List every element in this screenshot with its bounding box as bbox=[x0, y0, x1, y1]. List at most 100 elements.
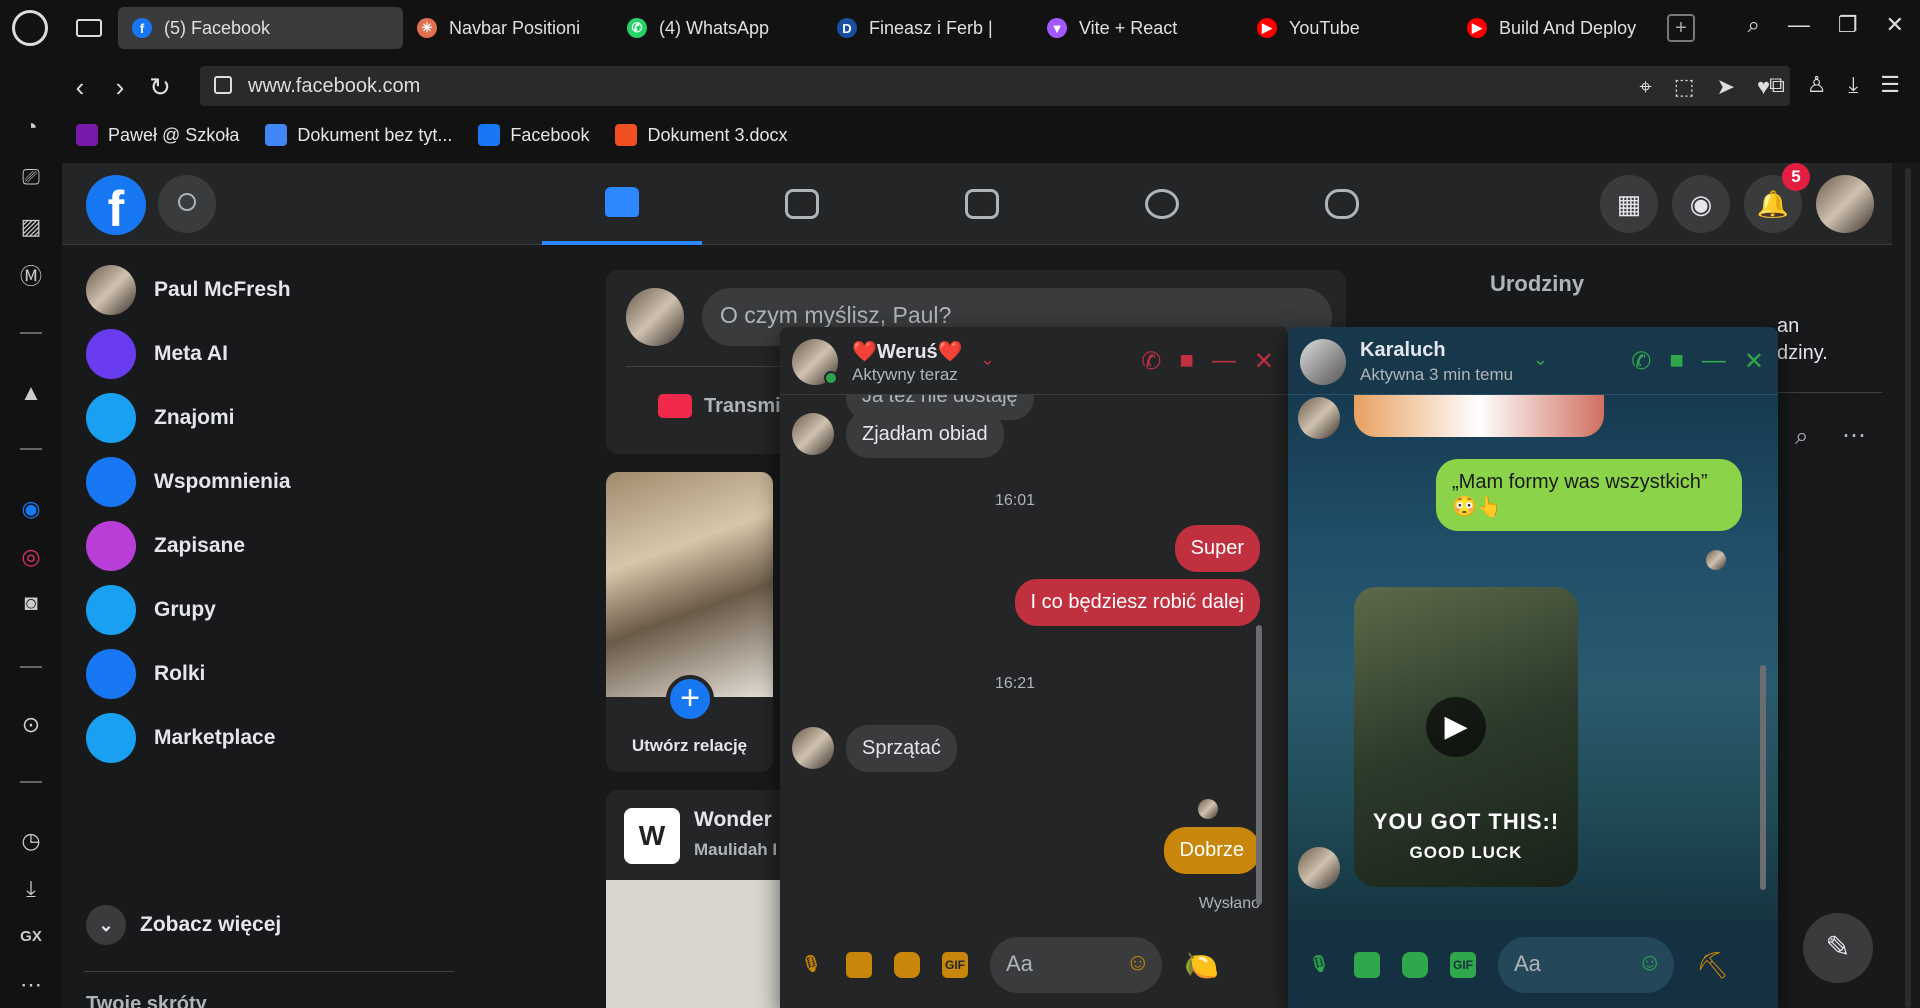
chat-name[interactable]: ❤️Weruś❤️ bbox=[852, 339, 963, 364]
menu-icon[interactable]: ☰ bbox=[1880, 72, 1900, 98]
message-input[interactable]: Aa ☺ bbox=[990, 937, 1162, 993]
close-icon[interactable]: ✕ bbox=[1886, 12, 1904, 38]
bookmark-item[interactable]: Dokument bez tyt... bbox=[265, 124, 452, 146]
tab-video[interactable] bbox=[722, 163, 882, 245]
bookmark-item[interactable]: Paweł @ Szkoła bbox=[76, 124, 239, 146]
post-author[interactable]: Maulidah I bbox=[694, 840, 777, 860]
bookmark-item[interactable]: Facebook bbox=[478, 124, 589, 146]
downloads-icon[interactable]: ⤓ bbox=[18, 876, 44, 902]
chat-name[interactable]: Karaluch bbox=[1360, 339, 1446, 362]
gx-control-icon[interactable]: ▨ bbox=[18, 214, 44, 240]
heart-icon[interactable]: ♥ bbox=[1757, 74, 1770, 100]
search-tabs-icon[interactable]: ⌕ bbox=[1748, 12, 1760, 38]
bookmark-item[interactable]: Dokument 3.docx bbox=[615, 124, 788, 146]
contacts-search-icon[interactable]: ⌕ bbox=[1795, 423, 1808, 451]
browser-tab[interactable]: f (5) Facebook bbox=[118, 7, 403, 49]
emoji-icon[interactable]: ☺ bbox=[1125, 949, 1150, 977]
close-chat-icon[interactable]: ✕ bbox=[1254, 347, 1274, 376]
page-scrollbar[interactable] bbox=[1905, 168, 1911, 1008]
tab-marketplace[interactable] bbox=[902, 163, 1062, 245]
aria-icon[interactable]: ▲ bbox=[18, 380, 44, 406]
sidebar-item-zapisane[interactable]: Zapisane bbox=[86, 521, 245, 571]
opera-logo-icon[interactable] bbox=[12, 10, 48, 46]
sticker-icon[interactable] bbox=[1402, 952, 1428, 978]
messenger-button[interactable]: ◉ bbox=[1672, 175, 1730, 233]
account-avatar[interactable] bbox=[1816, 175, 1874, 233]
menu-grid-button[interactable]: ▦ bbox=[1600, 175, 1658, 233]
sidebar-item-paul-mcfresh[interactable]: Paul McFresh bbox=[86, 265, 291, 315]
chevron-down-icon[interactable]: ⌄ bbox=[1533, 349, 1548, 370]
sidebar-item-grupy[interactable]: Grupy bbox=[86, 585, 216, 635]
tab-groups[interactable] bbox=[1082, 163, 1242, 245]
sidebar-item-meta-ai[interactable]: Meta AI bbox=[86, 329, 228, 379]
gif-icon[interactable]: GIF bbox=[942, 952, 968, 978]
url-field[interactable]: www.facebook.com ⌖ ⬚ ➤ ♥ bbox=[200, 66, 1790, 106]
tab-home[interactable] bbox=[542, 163, 702, 245]
video-call-icon[interactable]: ■ bbox=[1179, 347, 1194, 376]
send-icon[interactable]: ➤ bbox=[1717, 74, 1735, 100]
video-call-icon[interactable]: ■ bbox=[1669, 347, 1684, 376]
forward-icon[interactable]: › bbox=[100, 72, 140, 103]
sticker-icon[interactable] bbox=[894, 952, 920, 978]
discord-icon[interactable]: ◙ bbox=[18, 590, 44, 616]
sidebar-item-znajomi[interactable]: Znajomi bbox=[86, 393, 235, 443]
new-tab-button[interactable]: + bbox=[1667, 14, 1695, 42]
chevron-down-icon[interactable]: ⌄ bbox=[980, 349, 995, 370]
speed-dial-icon[interactable]: ◔ bbox=[18, 114, 44, 140]
sidebar-item-rolki[interactable]: Rolki bbox=[86, 649, 205, 699]
m-icon[interactable]: Ⓜ bbox=[18, 264, 44, 290]
play-icon[interactable]: ▶ bbox=[1426, 697, 1486, 757]
browser-tab[interactable]: ✆ (4) WhatsApp bbox=[613, 7, 823, 49]
image-icon[interactable] bbox=[846, 952, 872, 978]
minimize-chat-icon[interactable]: — bbox=[1702, 347, 1726, 376]
messenger-icon[interactable]: ◉ bbox=[18, 496, 44, 522]
post-page-name[interactable]: Wonder bbox=[694, 808, 772, 832]
profile-icon[interactable]: ♙ bbox=[1807, 72, 1827, 98]
contacts-options-icon[interactable]: ⋯ bbox=[1842, 421, 1866, 450]
minimize-chat-icon[interactable]: — bbox=[1212, 347, 1236, 376]
pin-icon[interactable]: ⌖ bbox=[1639, 74, 1651, 100]
player-icon[interactable]: ⊙ bbox=[18, 712, 44, 738]
extensions-icon[interactable]: ⧉ bbox=[1769, 72, 1785, 98]
reload-icon[interactable]: ↻ bbox=[140, 72, 180, 103]
sidebar-item-marketplace[interactable]: Marketplace bbox=[86, 713, 275, 763]
microphone-icon[interactable]: 🎙 bbox=[1306, 952, 1332, 978]
phone-icon[interactable]: ✆ bbox=[1141, 347, 1161, 376]
more-icon[interactable]: ⋯ bbox=[18, 972, 44, 998]
browser-tab[interactable]: ▼ Vite + React bbox=[1033, 7, 1243, 49]
chat-scrollbar[interactable] bbox=[1760, 665, 1766, 890]
flow-icon[interactable]: ⎚ bbox=[18, 164, 44, 190]
instagram-icon[interactable]: ◎ bbox=[18, 544, 44, 570]
chat-avatar[interactable] bbox=[1300, 339, 1346, 385]
new-message-button[interactable]: ✎ bbox=[1803, 913, 1873, 983]
browser-tab[interactable]: ✳ Navbar Positioni bbox=[403, 7, 613, 49]
browser-tab[interactable]: ▶ YouTube bbox=[1243, 7, 1453, 49]
browser-tab[interactable]: D Fineasz i Ferb | bbox=[823, 7, 1033, 49]
create-story-card[interactable]: + Utwórz relację bbox=[606, 472, 773, 772]
snapshot-icon[interactable]: ⬚ bbox=[1674, 74, 1695, 100]
like-emoji-button[interactable]: 🍋 bbox=[1184, 949, 1219, 982]
close-chat-icon[interactable]: ✕ bbox=[1744, 347, 1764, 376]
restore-icon[interactable]: ❐ bbox=[1838, 12, 1858, 38]
image-icon[interactable] bbox=[1354, 952, 1380, 978]
minimize-icon[interactable]: — bbox=[1788, 12, 1810, 38]
message-input[interactable]: Aa ☺ bbox=[1498, 937, 1674, 993]
browser-tab[interactable]: ▶ Build And Deploy bbox=[1453, 7, 1663, 49]
pickaxe-icon[interactable]: ⛏ bbox=[1696, 950, 1729, 981]
facebook-logo[interactable]: f bbox=[86, 175, 146, 237]
download-icon[interactable]: ⤓ bbox=[1849, 72, 1859, 98]
search-icon[interactable] bbox=[158, 175, 216, 233]
gif-message[interactable]: ▶ YOU GOT THIS:! GOOD LUCK bbox=[1354, 587, 1578, 887]
tab-overview-icon[interactable] bbox=[76, 19, 102, 37]
history-icon[interactable]: ◷ bbox=[18, 828, 44, 854]
live-video-button[interactable]: Transmi bbox=[658, 394, 781, 418]
page-logo[interactable]: W bbox=[624, 808, 680, 864]
sidebar-item-wspomnienia[interactable]: Wspomnienia bbox=[86, 457, 291, 507]
phone-icon[interactable]: ✆ bbox=[1631, 347, 1651, 376]
tab-gaming[interactable] bbox=[1262, 163, 1422, 245]
back-icon[interactable]: ‹ bbox=[60, 72, 100, 103]
emoji-icon[interactable]: ☺ bbox=[1637, 949, 1662, 977]
microphone-icon[interactable]: 🎙 bbox=[798, 952, 824, 978]
see-more-button[interactable]: ⌄ Zobacz więcej bbox=[86, 905, 281, 945]
gif-icon[interactable]: GIF bbox=[1450, 952, 1476, 978]
